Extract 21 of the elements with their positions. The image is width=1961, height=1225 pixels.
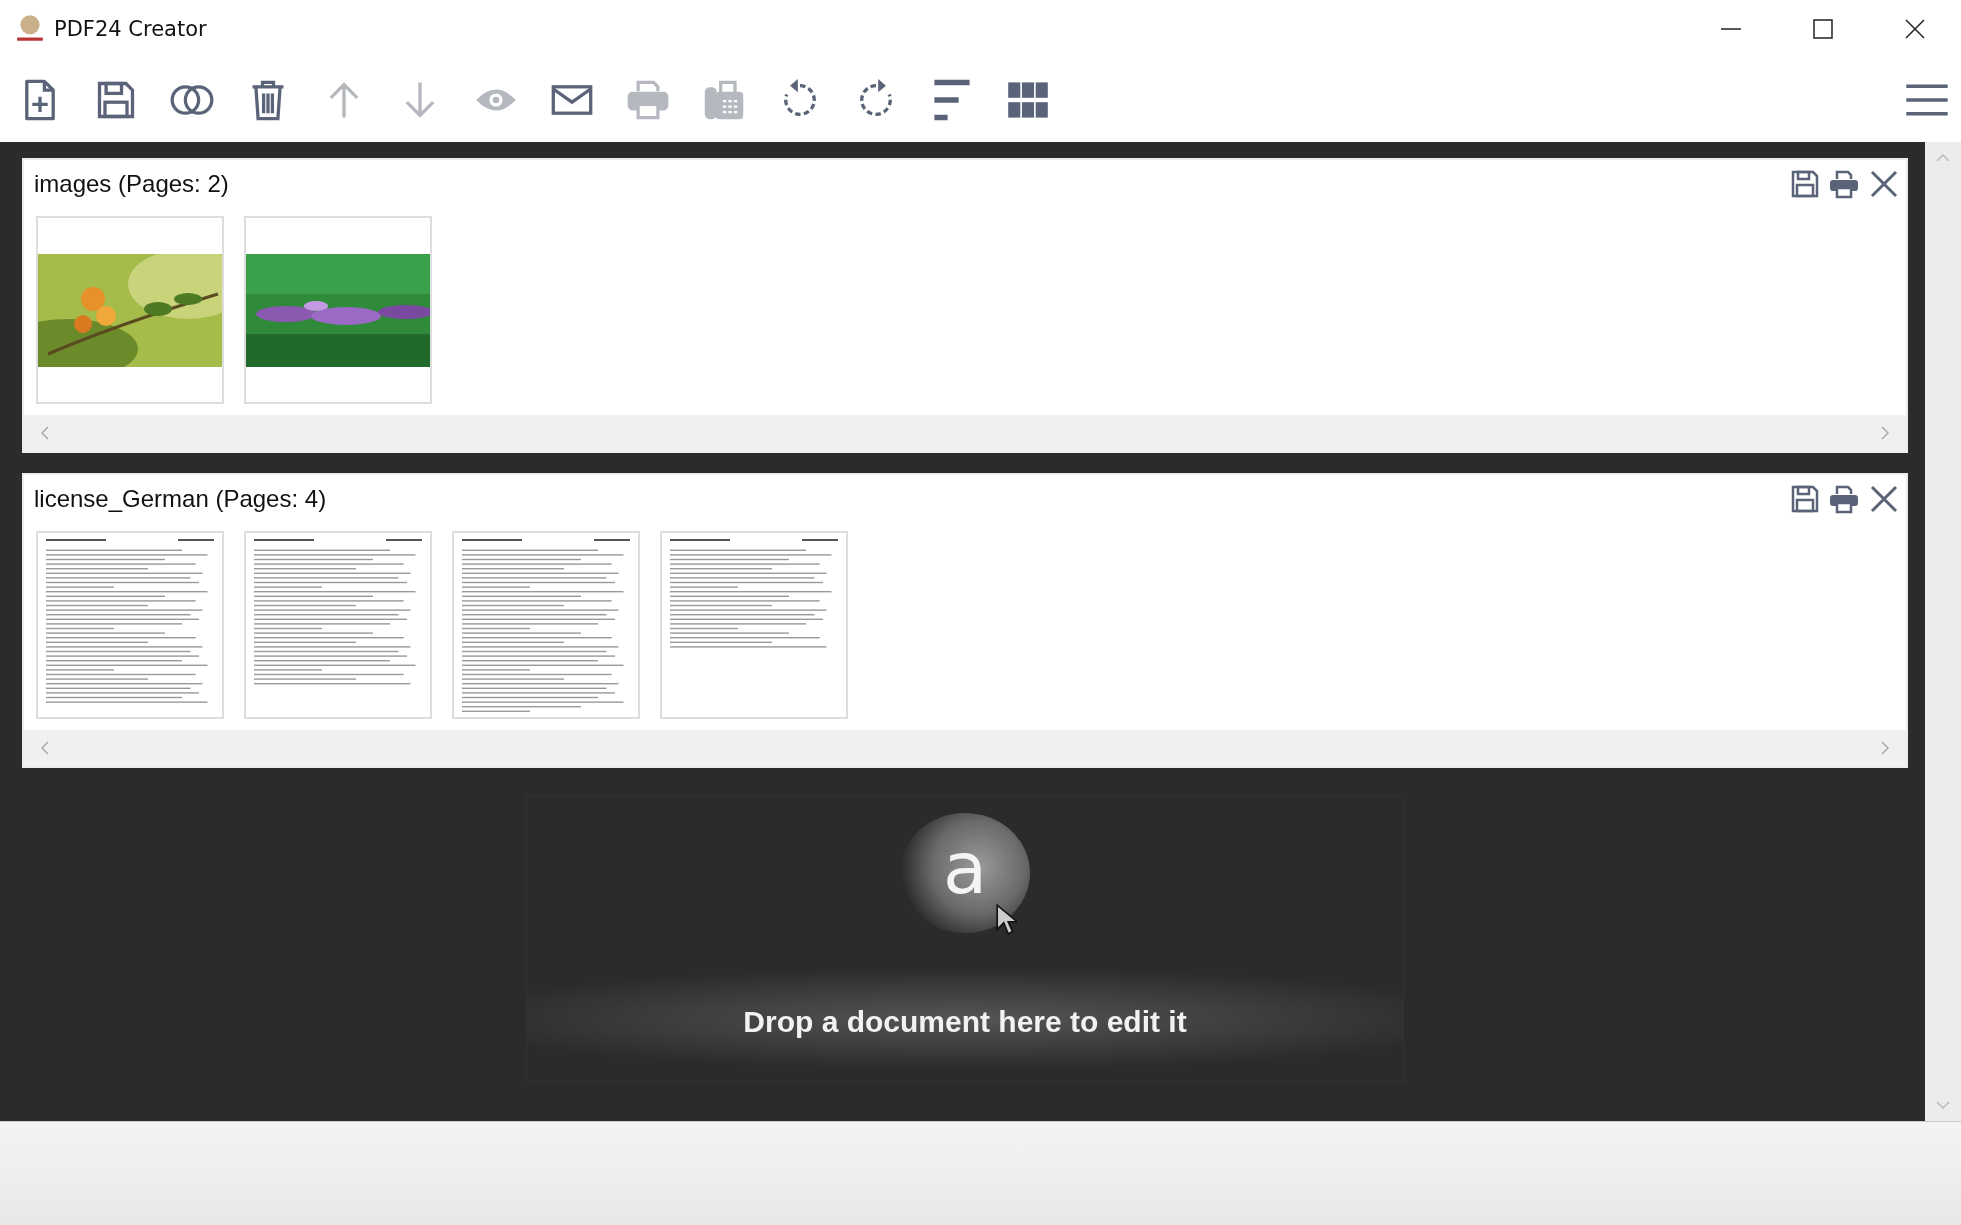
drop-message: Drop a document here to edit it xyxy=(743,1005,1187,1039)
page-thumbnail[interactable] xyxy=(36,531,224,719)
save-icon[interactable] xyxy=(1790,169,1820,199)
print-icon[interactable] xyxy=(1828,484,1860,514)
close-icon[interactable] xyxy=(1868,484,1900,514)
page-thumbnail[interactable] xyxy=(660,531,848,719)
document-title: license_German (Pages: 4) xyxy=(34,485,327,513)
drop-zone[interactable]: a Drop a document here to edit it xyxy=(526,796,1404,1082)
page-thumbnail[interactable] xyxy=(244,531,432,719)
save-icon[interactable] xyxy=(1790,484,1820,514)
page-thumbnail[interactable] xyxy=(36,216,224,404)
close-icon[interactable] xyxy=(1868,169,1900,199)
cursor-icon xyxy=(995,903,1017,936)
document-title: images (Pages: 2) xyxy=(34,170,229,198)
page-thumbnail[interactable] xyxy=(452,531,640,719)
close-icon[interactable] xyxy=(1905,19,1925,39)
page-thumbnail[interactable] xyxy=(244,216,432,404)
window-title: PDF24 Creator xyxy=(54,17,207,41)
print-icon[interactable] xyxy=(1828,169,1860,199)
drop-letter: a xyxy=(942,832,988,904)
maximize-icon[interactable] xyxy=(1813,19,1833,39)
